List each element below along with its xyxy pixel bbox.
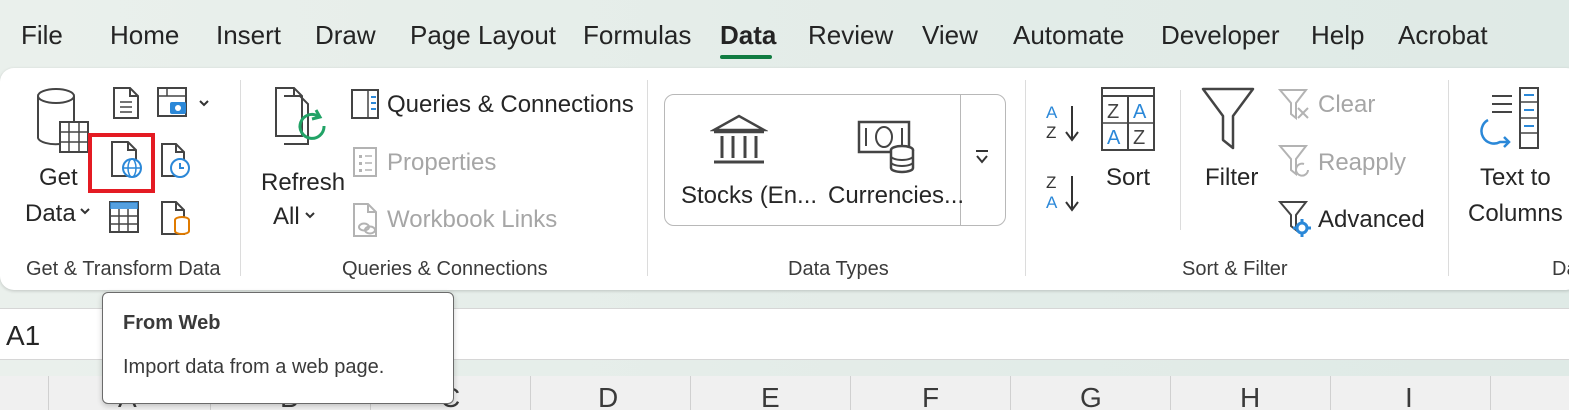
- tab-page-layout[interactable]: Page Layout: [410, 20, 556, 51]
- column-header-f[interactable]: F: [922, 382, 939, 410]
- column-header-e[interactable]: E: [761, 382, 780, 410]
- text-to-columns-label-2[interactable]: Columns: [1468, 200, 1563, 228]
- column-header-i[interactable]: I: [1405, 382, 1413, 410]
- from-picture-icon[interactable]: [156, 86, 190, 120]
- sort-dialog-icon[interactable]: Z A A Z: [1100, 86, 1156, 152]
- tooltip-title: From Web: [123, 312, 221, 334]
- recent-sources-icon[interactable]: [160, 142, 192, 180]
- tab-review[interactable]: Review: [808, 20, 893, 51]
- chevron-down-icon[interactable]: [304, 209, 316, 221]
- filter-funnel-icon[interactable]: [1200, 86, 1256, 152]
- svg-text:A: A: [1133, 101, 1147, 123]
- svg-text:Z: Z: [1107, 101, 1119, 123]
- svg-text:A: A: [1046, 103, 1058, 122]
- advanced-button[interactable]: Advanced: [1318, 206, 1425, 234]
- queries-connections-icon[interactable]: [350, 88, 380, 120]
- tab-developer[interactable]: Developer: [1161, 20, 1280, 51]
- tab-help[interactable]: Help: [1311, 20, 1364, 51]
- svg-text:A: A: [1107, 127, 1121, 149]
- sort-z-to-a-icon[interactable]: Z A: [1044, 170, 1082, 216]
- from-text-csv-icon[interactable]: [112, 86, 140, 120]
- column-divider: [1170, 376, 1171, 410]
- tab-file[interactable]: File: [21, 20, 63, 51]
- text-to-columns-label-1[interactable]: Text to: [1480, 164, 1551, 192]
- workbook-links-button[interactable]: Workbook Links: [387, 206, 557, 234]
- filter-button[interactable]: Filter: [1205, 164, 1258, 192]
- svg-text:A: A: [1046, 193, 1058, 212]
- tab-insert[interactable]: Insert: [216, 20, 281, 51]
- properties-button[interactable]: Properties: [387, 149, 496, 177]
- clear-button[interactable]: Clear: [1318, 91, 1375, 119]
- group-label-get-transform: Get & Transform Data: [26, 258, 221, 280]
- group-label-sort-filter: Sort & Filter: [1182, 258, 1288, 280]
- tab-data[interactable]: Data: [720, 20, 776, 51]
- column-divider: [1330, 376, 1331, 410]
- stocks-button[interactable]: Stocks (En...: [681, 182, 817, 210]
- properties-icon[interactable]: [352, 146, 378, 178]
- advanced-filter-icon[interactable]: [1278, 200, 1312, 238]
- group-separator: [647, 80, 648, 276]
- column-divider: [1010, 376, 1011, 410]
- column-header-d[interactable]: D: [598, 382, 618, 410]
- get-data-label-2[interactable]: Data: [25, 200, 76, 228]
- reapply-filter-icon[interactable]: [1278, 144, 1312, 180]
- column-divider: [48, 376, 49, 410]
- workbook-links-icon[interactable]: [352, 202, 380, 238]
- tab-view[interactable]: View: [922, 20, 978, 51]
- currencies-icon[interactable]: [856, 118, 920, 178]
- column-divider: [850, 376, 851, 410]
- name-box[interactable]: A1: [6, 320, 40, 352]
- group-separator: [1025, 80, 1026, 276]
- group-separator: [1448, 80, 1449, 276]
- column-divider: [1490, 376, 1491, 410]
- column-header-g[interactable]: G: [1080, 382, 1102, 410]
- sort-button[interactable]: Sort: [1106, 164, 1150, 192]
- from-web-highlight: [88, 133, 155, 193]
- column-header-h[interactable]: H: [1240, 382, 1260, 410]
- from-table-range-icon[interactable]: [108, 200, 140, 234]
- tab-automate[interactable]: Automate: [1013, 20, 1124, 51]
- refresh-all-icon[interactable]: [272, 86, 332, 158]
- tab-draw[interactable]: Draw: [315, 20, 376, 51]
- svg-text:Z: Z: [1046, 123, 1056, 142]
- tab-formulas[interactable]: Formulas: [583, 20, 691, 51]
- existing-connections-icon[interactable]: [160, 200, 192, 236]
- group-label-queries: Queries & Connections: [342, 258, 548, 280]
- refresh-all-label-1[interactable]: Refresh: [261, 169, 345, 197]
- clear-filter-icon[interactable]: [1278, 88, 1312, 122]
- currencies-button[interactable]: Currencies...: [828, 182, 964, 210]
- sort-a-to-z-icon[interactable]: A Z: [1044, 100, 1082, 146]
- active-tab-indicator: [720, 55, 772, 59]
- reapply-button[interactable]: Reapply: [1318, 149, 1406, 177]
- group-separator: [240, 80, 241, 276]
- group-label-data-types: Data Types: [788, 258, 889, 280]
- column-divider: [530, 376, 531, 410]
- from-web-tooltip: From Web Import data from a web page.: [102, 292, 454, 404]
- database-table-icon: [37, 88, 89, 153]
- tab-home[interactable]: Home: [110, 20, 179, 51]
- tooltip-description: Import data from a web page.: [123, 356, 385, 378]
- column-divider: [690, 376, 691, 410]
- stocks-bank-icon[interactable]: [710, 112, 768, 168]
- chevron-down-icon[interactable]: [198, 97, 210, 109]
- svg-text:Z: Z: [1046, 173, 1056, 192]
- group-label-data-tools: Da: [1552, 258, 1569, 280]
- get-data-label-1[interactable]: Get: [39, 164, 78, 192]
- divider: [1180, 90, 1181, 230]
- tab-acrobat[interactable]: Acrobat: [1398, 20, 1488, 51]
- chevron-down-icon[interactable]: [79, 205, 91, 217]
- text-to-columns-icon[interactable]: [1480, 86, 1542, 152]
- queries-connections-button[interactable]: Queries & Connections: [387, 91, 634, 119]
- refresh-all-label-2[interactable]: All: [273, 203, 300, 231]
- svg-text:Z: Z: [1133, 127, 1145, 149]
- gallery-expand-icon[interactable]: [974, 148, 990, 166]
